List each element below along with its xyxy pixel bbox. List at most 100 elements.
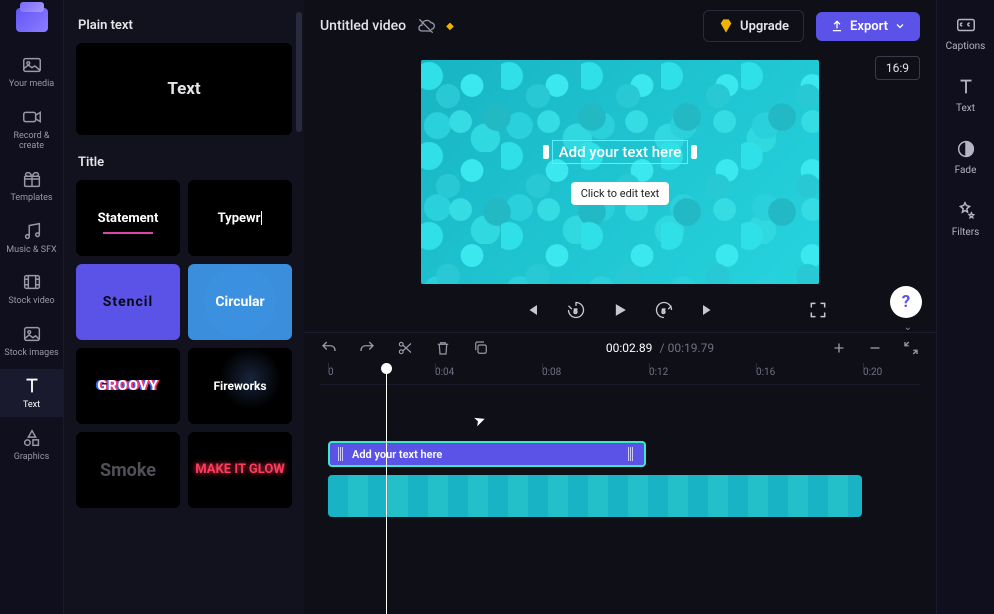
preset-label: MAKE IT GLOW xyxy=(195,463,284,477)
music-icon xyxy=(21,220,43,242)
video-title[interactable]: Untitled video xyxy=(320,18,406,34)
preset-label: Statement xyxy=(98,211,159,226)
fit-timeline-button[interactable] xyxy=(902,339,920,357)
delete-button[interactable] xyxy=(434,339,452,357)
clip-trim-right[interactable] xyxy=(628,447,636,461)
nav-label: Record & create xyxy=(4,132,59,152)
redo-button[interactable] xyxy=(358,339,376,357)
properties-rail: Captions Text Fade Filters xyxy=(936,0,994,614)
playback-controls: 5 5 ? ⌄ xyxy=(304,288,936,332)
preset-label: Fireworks xyxy=(213,379,266,393)
cloud-off-icon[interactable] xyxy=(416,16,436,36)
prop-text[interactable]: Text xyxy=(955,76,977,114)
main-area: Untitled video ◆ Upgrade Export 16:9 xyxy=(304,0,936,614)
export-label: Export xyxy=(850,19,888,34)
preset-circular[interactable]: Circular xyxy=(188,264,292,340)
zoom-out-button[interactable] xyxy=(866,339,884,357)
skip-start-button[interactable] xyxy=(522,300,542,320)
nav-stock-video[interactable]: Stock video xyxy=(0,265,63,313)
svg-text:5: 5 xyxy=(574,307,578,315)
nav-your-media[interactable]: Your media xyxy=(0,48,63,96)
preset-groovy[interactable]: GROOVY xyxy=(76,348,180,424)
clip-label: Add your text here xyxy=(352,448,442,461)
nav-label: Stock images xyxy=(4,349,58,359)
nav-record-create[interactable]: Record & create xyxy=(0,100,63,158)
rewind-5-button[interactable]: 5 xyxy=(566,300,586,320)
preset-smoke[interactable]: Smoke xyxy=(76,432,180,508)
section-plain-text-title: Plain text xyxy=(78,18,290,33)
preset-plain-text[interactable]: Text xyxy=(76,43,292,135)
export-button[interactable]: Export xyxy=(816,12,920,41)
tracks: ➤ Add your text here xyxy=(320,385,920,425)
prop-filters[interactable]: Filters xyxy=(952,200,980,238)
section-title-title: Title xyxy=(78,155,290,170)
nav-label: Stock video xyxy=(8,297,54,307)
video-clip[interactable] xyxy=(328,475,862,517)
preset-typewriter[interactable]: Typewr xyxy=(188,180,292,256)
preset-stencil[interactable]: Stencil xyxy=(76,264,180,340)
nav-label: Templates xyxy=(10,194,52,204)
prop-label: Fade xyxy=(955,165,977,176)
nav-rail: Your media Record & create Templates Mus… xyxy=(0,0,64,614)
nav-stock-images[interactable]: Stock images xyxy=(0,317,63,365)
preset-fireworks[interactable]: Fireworks xyxy=(188,348,292,424)
nav-templates[interactable]: Templates xyxy=(0,162,63,210)
preset-label: Smoke xyxy=(100,460,156,481)
clip-trim-left[interactable] xyxy=(338,447,346,461)
fullscreen-button[interactable] xyxy=(808,300,828,320)
edit-text-tooltip: Click to edit text xyxy=(571,182,670,205)
video-preview[interactable]: Add your text here Click to edit text xyxy=(421,60,819,284)
preset-label: Typewr xyxy=(218,211,261,226)
scrollbar[interactable] xyxy=(296,12,302,132)
upgrade-label: Upgrade xyxy=(740,19,789,34)
image-icon xyxy=(21,323,43,345)
resize-handle-left[interactable] xyxy=(543,145,549,159)
premium-badge-icon: ◆ xyxy=(446,21,454,32)
diamond-icon xyxy=(718,18,734,34)
svg-text:5: 5 xyxy=(662,307,666,315)
text-icon xyxy=(21,375,43,397)
preview-area: 16:9 Add your text here Click to edit te… xyxy=(304,52,936,288)
current-time: 00:02.89 xyxy=(606,341,653,355)
preset-label: GROOVY xyxy=(97,378,158,394)
chevron-down-icon: ⌄ xyxy=(904,322,912,333)
nav-label: Music & SFX xyxy=(6,246,56,256)
prop-label: Text xyxy=(956,103,975,114)
preset-statement[interactable]: Statement xyxy=(76,180,180,256)
text-clip[interactable]: Add your text here xyxy=(328,441,646,467)
preset-make-it-glow[interactable]: MAKE IT GLOW xyxy=(188,432,292,508)
help-button[interactable]: ? xyxy=(890,286,922,318)
duplicate-button[interactable] xyxy=(472,339,490,357)
fade-icon xyxy=(955,138,977,160)
preset-label: Text xyxy=(167,79,200,99)
text-overlay[interactable]: Add your text here Click to edit text xyxy=(552,140,689,205)
captions-icon xyxy=(955,14,977,36)
film-icon xyxy=(21,271,43,293)
nav-music-sfx[interactable]: Music & SFX xyxy=(0,214,63,262)
nav-graphics[interactable]: Graphics xyxy=(0,421,63,469)
nav-text[interactable]: Text xyxy=(0,369,63,417)
prop-captions[interactable]: Captions xyxy=(946,14,986,52)
skip-end-button[interactable] xyxy=(698,300,718,320)
timeline-ruler[interactable]: 0 0:04 0:08 0:12 0:16 0:20 xyxy=(320,363,920,385)
prop-fade[interactable]: Fade xyxy=(955,138,977,176)
app-logo-icon[interactable] xyxy=(16,8,48,32)
forward-5-button[interactable]: 5 xyxy=(654,300,674,320)
media-icon xyxy=(21,54,43,76)
prop-label: Filters xyxy=(952,227,980,238)
playhead[interactable] xyxy=(386,363,387,614)
undo-button[interactable] xyxy=(320,339,338,357)
upgrade-button[interactable]: Upgrade xyxy=(703,10,804,42)
zoom-in-button[interactable] xyxy=(830,339,848,357)
duration-time: 00:19.79 xyxy=(668,341,715,355)
split-button[interactable] xyxy=(396,339,414,357)
timeline[interactable]: 0 0:04 0:08 0:12 0:16 0:20 ➤ Add your te… xyxy=(304,363,936,614)
aspect-ratio-button[interactable]: 16:9 xyxy=(875,56,920,80)
timeline-toolbar: 00:02.89 / 00:19.79 xyxy=(304,332,936,363)
timecode-display: 00:02.89 / 00:19.79 xyxy=(510,341,810,355)
text-box-selected[interactable]: Add your text here xyxy=(552,140,689,164)
overlay-text: Add your text here xyxy=(559,143,682,161)
play-button[interactable] xyxy=(610,300,630,320)
resize-handle-right[interactable] xyxy=(691,145,697,159)
shapes-icon xyxy=(21,427,43,449)
